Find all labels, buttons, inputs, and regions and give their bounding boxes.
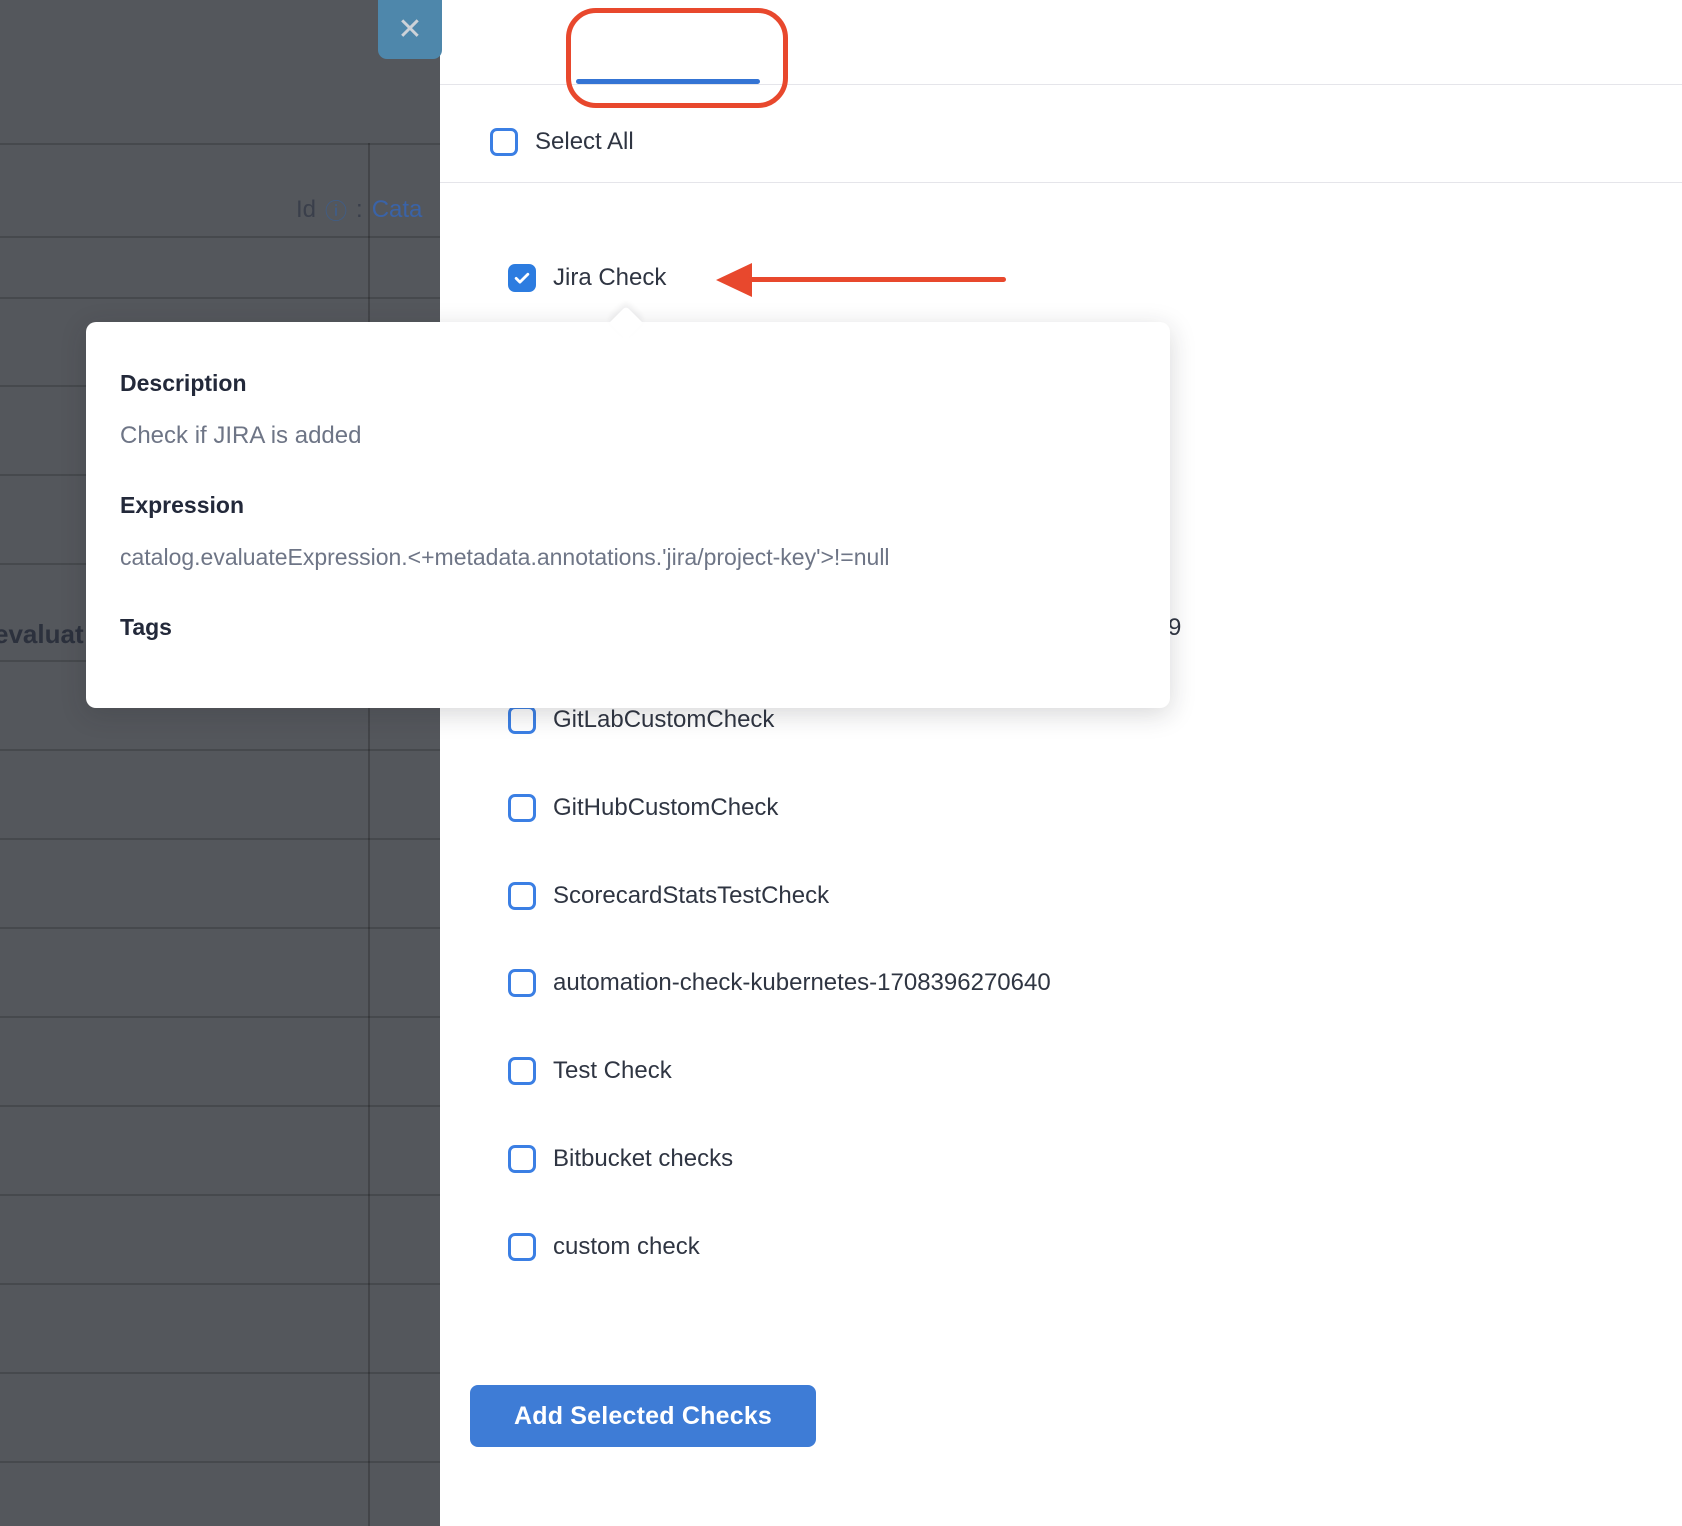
table-row-divider [0, 143, 440, 145]
screen: Id ⓘ : Cata evaluat ✕ Checks Custom Chec… [0, 0, 1682, 1526]
close-button[interactable]: ✕ [378, 0, 442, 59]
check-checkbox[interactable] [508, 1145, 536, 1173]
check-label: Test Check [553, 1057, 672, 1085]
id-header-label: Id [296, 196, 316, 224]
check-row[interactable]: Jira Check [508, 248, 666, 308]
check-label: Jira Check [553, 264, 666, 292]
check-icon [512, 268, 532, 288]
check-checkbox[interactable] [508, 969, 536, 997]
check-label: GitLabCustomCheck [553, 706, 774, 734]
table-header-id: Id ⓘ : Cata [296, 194, 422, 226]
description-label: Description [120, 370, 247, 397]
table-row-divider [0, 1105, 440, 1107]
header-separator: : [356, 196, 363, 224]
modal-backdrop: Id ⓘ : Cata evaluat [0, 0, 440, 1526]
check-row[interactable]: custom check [508, 1217, 700, 1277]
check-checkbox[interactable] [508, 706, 536, 734]
check-row[interactable]: automation-check-kubernetes-170839627064… [508, 953, 1051, 1013]
expression-label: Expression [120, 492, 244, 519]
annotation-arrow [748, 277, 1006, 282]
checks-panel [440, 0, 1682, 1526]
select-all-row[interactable]: Select All [490, 118, 634, 166]
check-label: automation-check-kubernetes-170839627064… [553, 969, 1051, 997]
table-row-divider [0, 838, 440, 840]
check-label: custom check [553, 1233, 700, 1261]
table-row-divider [0, 1283, 440, 1285]
table-row-divider [0, 1372, 440, 1374]
check-label: GitHubCustomCheck [553, 794, 778, 822]
check-row[interactable]: Test Check [508, 1041, 672, 1101]
table-row-divider [0, 749, 440, 751]
table-row-divider [0, 297, 440, 299]
table-row-divider [0, 1016, 440, 1018]
info-icon: ⓘ [325, 194, 347, 226]
expression-value: catalog.evaluateExpression.<+metadata.an… [120, 544, 890, 571]
check-row[interactable]: ScorecardStatsTestCheck [508, 866, 829, 926]
table-row-divider [0, 1461, 440, 1463]
occluded-item-fragment: 9 [1168, 614, 1181, 642]
tab-bar-divider [440, 84, 1682, 85]
select-all-label: Select All [535, 128, 634, 156]
select-all-checkbox[interactable] [490, 128, 518, 156]
tags-label: Tags [120, 614, 172, 641]
check-checkbox[interactable] [508, 1057, 536, 1085]
check-row[interactable]: GitHubCustomCheck [508, 778, 778, 838]
catalog-link-fragment: Cata [372, 196, 423, 224]
check-row[interactable]: Bitbucket checks [508, 1129, 733, 1189]
table-row-divider [0, 1194, 440, 1196]
check-checkbox[interactable] [508, 794, 536, 822]
section-divider [440, 182, 1682, 183]
table-cell-fragment: evaluat [0, 619, 84, 650]
check-label: Bitbucket checks [553, 1145, 733, 1173]
check-checkbox[interactable] [508, 264, 536, 292]
active-tab-underline [576, 79, 760, 84]
check-checkbox[interactable] [508, 882, 536, 910]
description-value: Check if JIRA is added [120, 422, 361, 450]
add-selected-checks-button[interactable]: Add Selected Checks [470, 1385, 816, 1447]
table-row-divider [0, 236, 440, 238]
table-row-divider [0, 927, 440, 929]
check-label: ScorecardStatsTestCheck [553, 882, 829, 910]
close-icon: ✕ [397, 15, 422, 45]
check-checkbox[interactable] [508, 1233, 536, 1261]
check-details-tooltip: Description Check if JIRA is added Expre… [86, 322, 1170, 708]
annotation-arrow-head [716, 263, 752, 297]
